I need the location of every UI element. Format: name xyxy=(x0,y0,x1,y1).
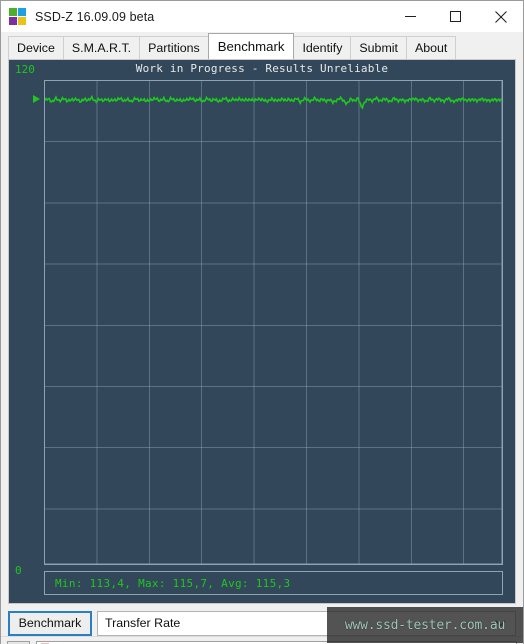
close-icon[interactable] xyxy=(478,1,523,32)
tab-about[interactable]: About xyxy=(405,36,457,59)
tab-submit[interactable]: Submit xyxy=(350,36,407,59)
chevron-down-icon[interactable] xyxy=(495,612,506,635)
title-bar: SSD-Z 16.09.09 beta xyxy=(1,1,523,32)
window-controls xyxy=(388,1,523,32)
tab-smart[interactable]: S.M.A.R.T. xyxy=(62,36,141,59)
minimize-icon[interactable] xyxy=(388,1,433,32)
benchmark-mode-select[interactable]: Transfer Rate xyxy=(97,610,516,636)
y-axis-min-label: 0 xyxy=(15,564,22,577)
trace-start-marker-icon xyxy=(33,95,40,103)
chart-warning-title: Work in Progress - Results Unreliable xyxy=(135,62,389,75)
ssdz-logo-icon xyxy=(9,8,26,25)
window-title: SSD-Z 16.09.09 beta xyxy=(35,9,155,24)
tab-partitions[interactable]: Partitions xyxy=(139,36,209,59)
transfer-rate-trace xyxy=(45,81,502,564)
chart-stats-text: Min: 113,4, Max: 115,7, Avg: 115,3 xyxy=(55,576,291,590)
ssd-z-window: SSD-Z 16.09.09 beta Device S.M.A.R.T. Pa… xyxy=(0,0,524,644)
run-benchmark-button[interactable]: Benchmark xyxy=(8,610,92,636)
benchmark-controls: Benchmark Transfer Rate xyxy=(8,610,516,636)
maximize-icon[interactable] xyxy=(433,1,478,32)
chart-stats-box: Min: 113,4, Max: 115,7, Avg: 115,3 xyxy=(44,571,503,595)
tab-identify[interactable]: Identify xyxy=(293,36,352,59)
tab-device[interactable]: Device xyxy=(8,36,64,59)
tab-benchmark[interactable]: Benchmark xyxy=(207,33,295,59)
y-axis-max-label: 120 xyxy=(15,63,35,76)
status-bar: PATRIOT xyxy=(1,636,523,644)
benchmark-chart-panel: Work in Progress - Results Unreliable 12… xyxy=(8,59,516,604)
chart-plot-area xyxy=(44,80,503,565)
tab-bar: Device S.M.A.R.T. Partitions Benchmark I… xyxy=(1,32,523,59)
benchmark-mode-value: Transfer Rate xyxy=(105,616,181,630)
